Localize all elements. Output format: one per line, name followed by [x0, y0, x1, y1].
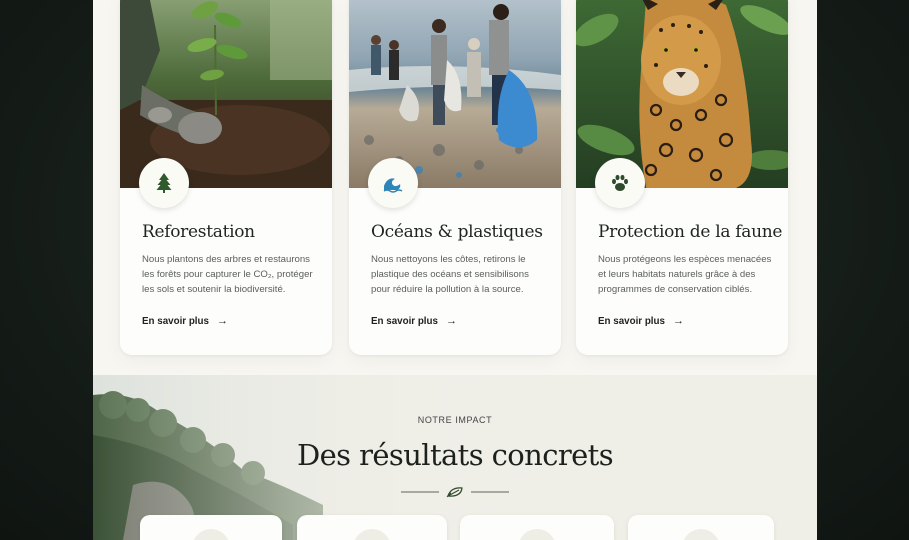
stat-icon — [682, 529, 720, 540]
card-description: Nous protégeons les espèces menacées et … — [598, 254, 772, 295]
wave-icon — [383, 178, 403, 193]
wave-icon-badge — [368, 158, 418, 208]
card-description: Nous plantons des arbres et restaurons l… — [142, 254, 313, 295]
card-title: Océans & plastiques — [371, 222, 543, 242]
program-cards-section: Reforestation Nous plantons des arbres e… — [93, 0, 817, 375]
page: Reforestation Nous plantons des arbres e… — [93, 0, 817, 540]
learn-more-link[interactable]: En savoir plus → — [142, 315, 228, 327]
program-card-reforestation: Reforestation Nous plantons des arbres e… — [120, 0, 332, 355]
stat-icon — [518, 529, 556, 540]
card-description: Nous nettoyons les côtes, retirons le pl… — [371, 254, 529, 295]
arrow-right-icon: → — [445, 315, 457, 327]
card-title: Protection de la faune — [598, 222, 783, 242]
tree-icon-badge — [139, 158, 189, 208]
learn-more-label: En savoir plus — [142, 315, 209, 327]
leaf-icon — [446, 487, 463, 498]
impact-stat-card — [460, 515, 614, 540]
learn-more-link[interactable]: En savoir plus → — [598, 315, 684, 327]
paw-icon — [612, 174, 628, 191]
arrow-right-icon: → — [672, 315, 684, 327]
program-card-oceans: Océans & plastiques Nous nettoyons les c… — [349, 0, 561, 355]
arrow-right-icon: → — [216, 315, 228, 327]
learn-more-link[interactable]: En savoir plus → — [371, 315, 457, 327]
leaf-divider — [401, 487, 509, 498]
learn-more-label: En savoir plus — [371, 315, 438, 327]
paw-icon-badge — [595, 158, 645, 208]
tree-icon — [156, 173, 172, 193]
card-title: Reforestation — [142, 222, 255, 242]
stat-icon — [192, 529, 230, 540]
impact-stat-card — [297, 515, 447, 540]
section-eyebrow: NOTRE IMPACT — [417, 415, 493, 425]
impact-stat-card — [628, 515, 774, 540]
program-card-wildlife: Protection de la faune Nous protégeons l… — [576, 0, 788, 355]
learn-more-label: En savoir plus — [598, 315, 665, 327]
section-title: Des résultats concrets — [296, 438, 614, 472]
stat-icon — [353, 529, 391, 540]
impact-section: NOTRE IMPACT Des résultats concrets — [93, 375, 817, 540]
impact-stat-card — [140, 515, 282, 540]
